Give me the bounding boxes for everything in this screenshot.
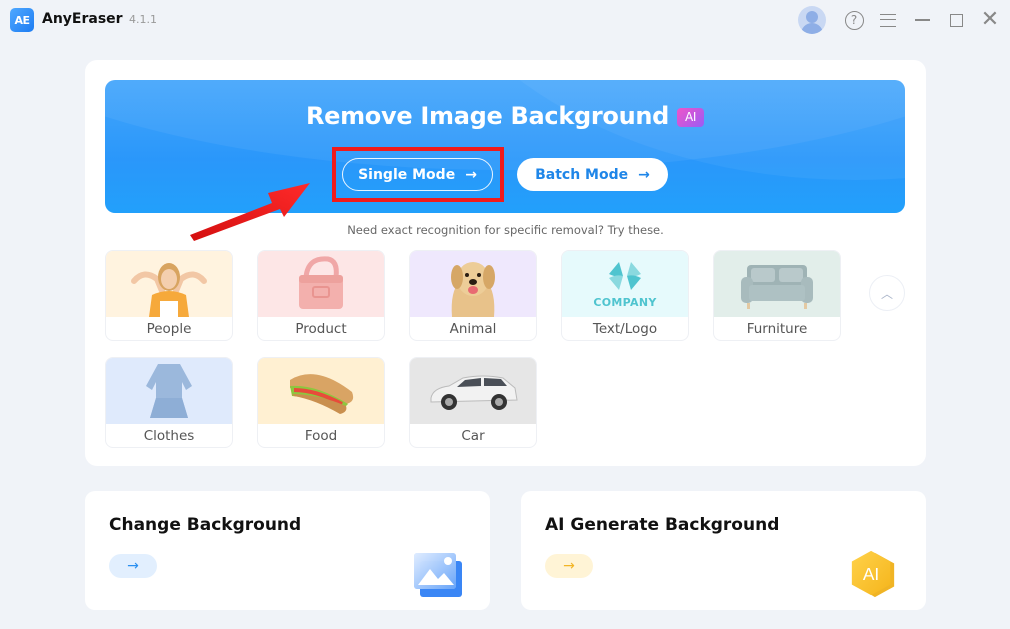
product-thumbnail [258, 251, 384, 317]
arrow-right-icon: → [638, 166, 650, 183]
close-button[interactable]: ✕ [977, 7, 1003, 33]
ai-generate-go-button[interactable]: → [545, 554, 593, 578]
company-logo-icon [609, 261, 641, 290]
change-background-card[interactable]: Change Background → [85, 491, 490, 610]
ai-generate-background-card[interactable]: AI Generate Background → AI [521, 491, 926, 610]
minimize-button[interactable] [909, 7, 935, 33]
handbag-icon [299, 256, 343, 309]
category-food[interactable]: Food [257, 357, 385, 448]
chevron-up-icon: ︿ [880, 286, 893, 301]
person-icon [131, 263, 207, 317]
minimize-icon [914, 19, 930, 21]
ai-badge: AI [677, 108, 705, 127]
furniture-thumbnail [714, 251, 840, 317]
category-label: Furniture [746, 321, 808, 337]
app-logo-icon: AE [10, 8, 34, 32]
arrow-right-icon: → [127, 558, 139, 574]
category-label: Clothes [143, 428, 195, 444]
ai-generate-background-title: AI Generate Background [545, 515, 780, 535]
category-clothes[interactable]: Clothes [105, 357, 233, 448]
change-background-go-button[interactable]: → [109, 554, 157, 578]
batch-mode-label: Batch Mode [535, 166, 629, 183]
app-version: 4.1.1 [129, 13, 157, 26]
ai-icon-text: AI [863, 564, 879, 584]
people-thumbnail [106, 251, 232, 317]
category-people[interactable]: People [105, 250, 233, 341]
help-button[interactable]: ? [841, 7, 867, 33]
hamburger-icon [880, 13, 896, 27]
category-label: Product [295, 321, 347, 337]
category-text-logo[interactable]: COMPANY Text/Logo [561, 250, 689, 341]
avatar-body [801, 23, 823, 34]
category-label: People [146, 321, 192, 337]
change-background-title: Change Background [109, 515, 302, 535]
batch-mode-button[interactable]: Batch Mode → [517, 158, 668, 191]
menu-button[interactable] [875, 7, 901, 33]
text-logo-thumbnail: COMPANY [562, 251, 688, 317]
scroll-up-button[interactable]: ︿ [869, 275, 905, 311]
category-animal[interactable]: Animal [409, 250, 537, 341]
close-icon: ✕ [980, 7, 1000, 32]
food-thumbnail [258, 358, 384, 424]
dog-icon [451, 262, 495, 317]
maximize-button[interactable] [943, 7, 969, 33]
sofa-icon [741, 265, 813, 309]
category-label: Food [304, 428, 338, 444]
hero-banner: Remove Image Background AI Single Mode → … [105, 80, 905, 213]
car-thumbnail [410, 358, 536, 424]
animal-thumbnail [410, 251, 536, 317]
clothes-thumbnail [106, 358, 232, 424]
arrow-right-icon: → [563, 558, 575, 574]
help-icon: ? [844, 10, 864, 30]
app-name: AnyEraser [42, 11, 123, 27]
ai-hexagon-icon: AI [851, 550, 895, 598]
category-label: Car [461, 428, 485, 444]
category-label: Animal [449, 321, 497, 337]
category-furniture[interactable]: Furniture [713, 250, 841, 341]
title-bar: AE AnyEraser 4.1.1 ? ✕ [0, 0, 1010, 40]
category-product[interactable]: Product [257, 250, 385, 341]
single-mode-button[interactable]: Single Mode → [342, 158, 493, 191]
avatar-icon[interactable] [798, 6, 826, 34]
hero-title-text: Remove Image Background [305, 102, 670, 130]
category-hint: Need exact recognition for specific remo… [347, 223, 664, 237]
car-icon [430, 375, 518, 410]
single-mode-label: Single Mode [358, 166, 456, 183]
maximize-icon [949, 13, 963, 27]
category-label: Text/Logo [592, 321, 658, 337]
image-icon [414, 553, 462, 597]
arrow-right-icon: → [465, 166, 477, 183]
remove-background-panel: Remove Image Background AI Single Mode → … [85, 60, 926, 466]
dress-icon [146, 364, 192, 418]
sandwich-icon [290, 374, 354, 414]
category-car[interactable]: Car [409, 357, 537, 448]
avatar-head [806, 11, 818, 23]
company-logo-text: COMPANY [593, 295, 657, 309]
hero-title: Remove Image Background AI [105, 102, 905, 130]
